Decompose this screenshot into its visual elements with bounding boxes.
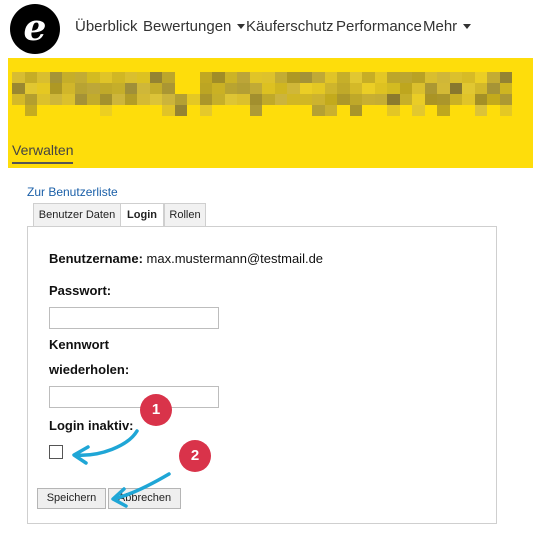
repeat-password-label-line1: Kennwort	[49, 337, 109, 352]
nav-item-label: Überblick	[75, 18, 138, 35]
repeat-password-field[interactable]	[49, 386, 219, 408]
trusted-shops-logo[interactable]: e	[10, 4, 60, 54]
caret-down-icon	[463, 23, 472, 29]
password-field[interactable]	[49, 307, 219, 329]
password-label: Passwort:	[49, 283, 112, 298]
nav-item-performance[interactable]: Performance	[336, 18, 422, 35]
annotation-badge-2: 2	[179, 440, 211, 472]
username-label: Benutzername:	[49, 251, 143, 266]
caret-down-icon	[237, 23, 246, 29]
nav-item-label: Performance	[336, 18, 422, 35]
login-inactive-checkbox[interactable]	[49, 445, 63, 459]
tab-rollen[interactable]: Rollen	[164, 203, 206, 226]
login-form-panel: Benutzername: max.mustermann@testmail.de…	[27, 226, 497, 524]
tab-benutzer-daten[interactable]: Benutzer Daten	[33, 203, 121, 226]
nav-item-label: Mehr	[423, 18, 458, 35]
shop-header-banner: Verwalten	[8, 58, 533, 168]
nav-item-label: Käuferschutz	[246, 18, 334, 35]
back-to-user-list-link[interactable]: Zur Benutzerliste	[27, 185, 118, 199]
tab-verwalten[interactable]: Verwalten	[12, 142, 74, 164]
save-button[interactable]: Speichern	[37, 488, 106, 509]
username-row: Benutzername: max.mustermann@testmail.de	[49, 251, 323, 266]
nav-item-mehr[interactable]: Mehr	[423, 18, 472, 35]
cancel-button[interactable]: Abbrechen	[108, 488, 181, 509]
nav-item-bewertungen[interactable]: Bewertungen	[143, 18, 246, 35]
username-value: max.mustermann@testmail.de	[146, 251, 324, 266]
logo-letter: e	[23, 7, 47, 49]
nav-item-kaeuferschutz[interactable]: Käuferschutz	[246, 18, 334, 35]
nav-item-label: Bewertungen	[143, 18, 232, 35]
nav-item-ueberblick[interactable]: Überblick	[75, 18, 138, 35]
tab-login[interactable]: Login	[120, 203, 164, 227]
annotation-badge-1: 1	[140, 394, 172, 426]
top-navigation: e Überblick Bewertungen Käuferschutz Per…	[0, 0, 540, 56]
login-inactive-label: Login inaktiv:	[49, 418, 134, 433]
repeat-password-label-line2: wiederholen:	[49, 362, 130, 377]
